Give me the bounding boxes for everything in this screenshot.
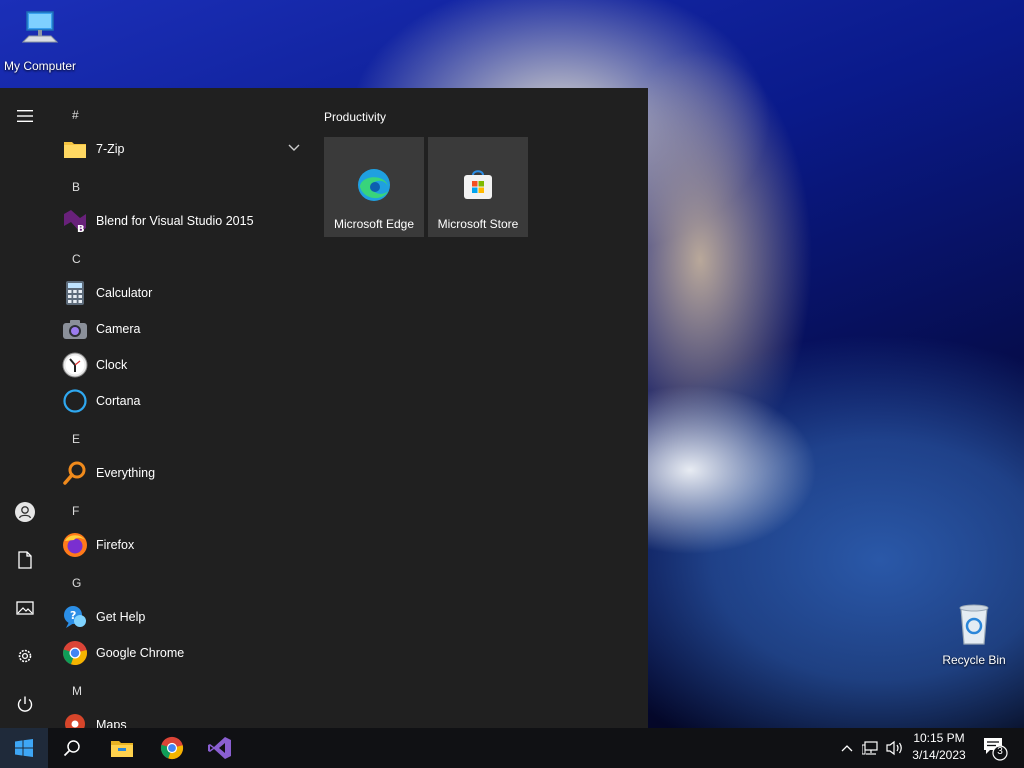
- start-menu: # 7-Zip B B Blend for Visual Studio 2015…: [0, 88, 648, 728]
- start-left-rail: [0, 88, 50, 728]
- app-firefox[interactable]: Firefox: [62, 530, 312, 560]
- app-blend[interactable]: B Blend for Visual Studio 2015: [62, 206, 312, 236]
- computer-icon: [21, 11, 59, 43]
- letter-header-hash[interactable]: #: [72, 108, 79, 122]
- search-button[interactable]: [48, 728, 96, 768]
- search-icon: [63, 740, 80, 757]
- letter-header-f[interactable]: F: [72, 504, 79, 518]
- taskbar: 10:15 PM 3/14/2023 3: [0, 728, 1024, 768]
- blend-icon: B: [62, 208, 88, 234]
- app-name: Everything: [96, 466, 156, 480]
- chrome-icon: [160, 736, 184, 760]
- expand-menu-button[interactable]: [13, 104, 37, 128]
- app-7zip[interactable]: 7-Zip: [62, 134, 312, 164]
- tiles-group-title[interactable]: Productivity: [324, 110, 386, 124]
- tile-label: Microsoft Store: [437, 217, 519, 231]
- camera-icon: [62, 316, 88, 342]
- visual-studio-icon: [208, 737, 231, 759]
- show-hidden-icons-button[interactable]: [838, 728, 856, 768]
- picture-icon: [16, 601, 34, 615]
- app-maps[interactable]: Maps: [62, 710, 312, 728]
- letter-header-e[interactable]: E: [72, 432, 80, 446]
- user-icon: [15, 502, 35, 522]
- power-button[interactable]: [13, 692, 37, 716]
- app-name: 7-Zip: [96, 142, 125, 156]
- windows-logo-icon: [15, 739, 33, 757]
- volume-tray-button[interactable]: [884, 728, 906, 768]
- app-name: Cortana: [96, 394, 141, 408]
- app-cortana[interactable]: Cortana: [62, 386, 312, 416]
- recycle-bin-icon: [959, 604, 989, 645]
- hamburger-icon: [17, 110, 33, 122]
- letter-header-c[interactable]: C: [72, 252, 81, 266]
- get-help-icon: ?: [62, 604, 88, 630]
- svg-text:B: B: [77, 224, 85, 234]
- start-button[interactable]: [0, 728, 48, 768]
- power-icon: [17, 696, 33, 712]
- app-name: Firefox: [96, 538, 135, 552]
- store-icon: [464, 170, 492, 199]
- app-name: Maps: [96, 718, 127, 728]
- gear-icon: [18, 649, 32, 663]
- notification-count-badge: 3: [997, 746, 1003, 757]
- recycle-bin-label: Recycle Bin: [942, 653, 1006, 667]
- clock-date: 3/14/2023: [912, 748, 966, 762]
- my-computer-label: My Computer: [3, 59, 77, 73]
- app-calculator[interactable]: Calculator: [62, 278, 312, 308]
- clock-time: 10:15 PM: [913, 731, 965, 745]
- firefox-icon: [62, 532, 88, 558]
- chevron-down-icon[interactable]: [288, 144, 300, 152]
- everything-icon: [62, 460, 88, 486]
- letter-header-g[interactable]: G: [72, 576, 81, 590]
- pictures-button[interactable]: [13, 596, 37, 620]
- edge-icon: [358, 169, 390, 201]
- app-name: Camera: [96, 322, 141, 336]
- app-name: Blend for Visual Studio 2015: [96, 214, 254, 228]
- action-center-button[interactable]: 3: [980, 728, 1010, 768]
- app-name: Clock: [96, 358, 128, 372]
- account-button[interactable]: [13, 500, 37, 524]
- app-name: Get Help: [96, 610, 146, 624]
- app-google-chrome[interactable]: Google Chrome: [62, 638, 312, 668]
- app-list: # 7-Zip B B Blend for Visual Studio 2015…: [50, 88, 310, 728]
- letter-header-m[interactable]: M: [72, 684, 82, 698]
- tile-microsoft-edge[interactable]: Microsoft Edge: [324, 137, 424, 237]
- volume-icon: [886, 740, 902, 756]
- clock-icon: [62, 352, 88, 378]
- recycle-bin-desktop-icon[interactable]: Recycle Bin: [934, 600, 1014, 667]
- svg-text:?: ?: [70, 609, 76, 622]
- app-everything[interactable]: Everything: [62, 458, 312, 488]
- taskbar-visual-studio[interactable]: [196, 728, 244, 768]
- my-computer-desktop-icon[interactable]: My Computer: [0, 8, 80, 73]
- taskbar-clock[interactable]: 10:15 PM 3/14/2023: [905, 730, 973, 764]
- file-explorer-icon: [111, 741, 133, 757]
- network-tray-button[interactable]: [860, 728, 882, 768]
- app-get-help[interactable]: ? Get Help: [62, 602, 312, 632]
- maps-icon: [62, 712, 88, 728]
- network-icon: [862, 741, 878, 755]
- cortana-icon: [62, 388, 88, 414]
- app-clock[interactable]: Clock: [62, 350, 312, 380]
- documents-button[interactable]: [13, 548, 37, 572]
- chrome-icon: [62, 640, 88, 666]
- letter-header-b[interactable]: B: [72, 180, 80, 194]
- document-icon: [18, 551, 32, 569]
- tile-label: Microsoft Edge: [333, 217, 415, 231]
- taskbar-file-explorer[interactable]: [98, 728, 146, 768]
- app-name: Calculator: [96, 286, 153, 300]
- app-name: Google Chrome: [96, 646, 185, 660]
- calculator-icon: [62, 280, 88, 306]
- taskbar-google-chrome[interactable]: [148, 728, 196, 768]
- settings-button[interactable]: [13, 644, 37, 668]
- tile-microsoft-store[interactable]: Microsoft Store: [428, 137, 528, 237]
- chevron-up-icon: [841, 745, 853, 752]
- folder-icon: [62, 136, 88, 162]
- app-camera[interactable]: Camera: [62, 314, 312, 344]
